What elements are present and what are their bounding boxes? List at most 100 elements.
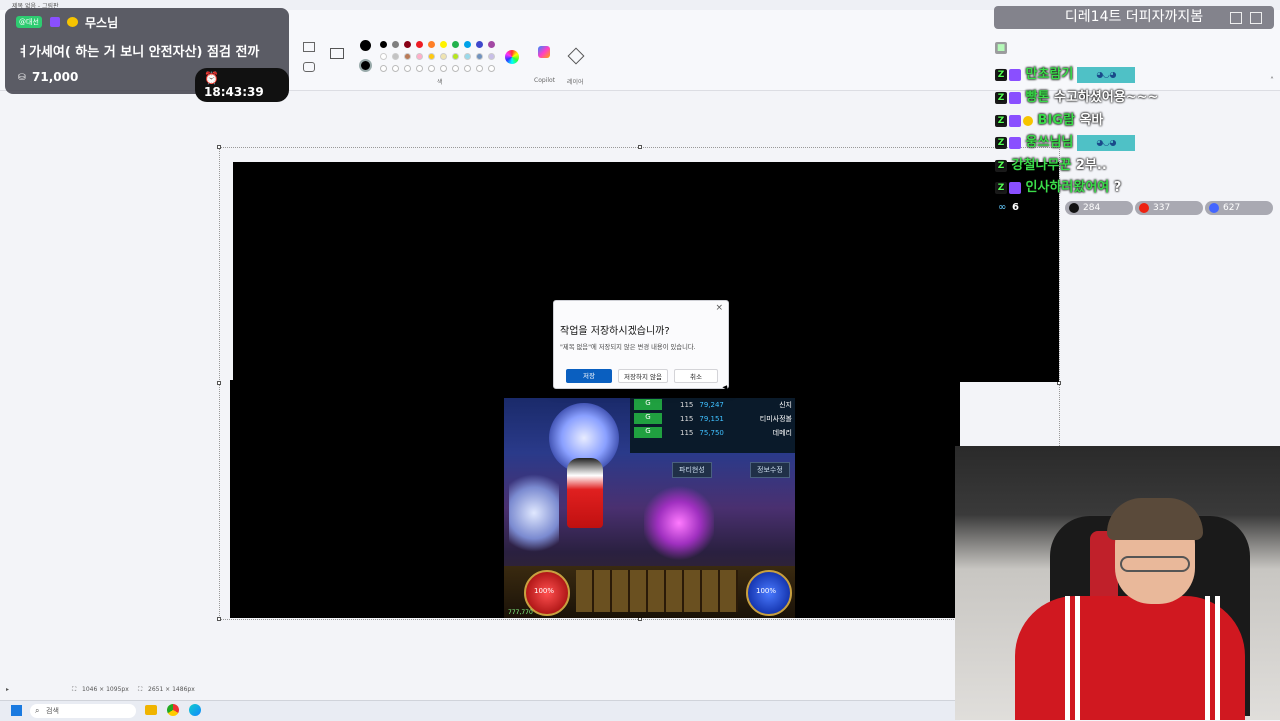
palette-swatch[interactable] — [428, 53, 435, 60]
palette-swatch[interactable] — [380, 41, 387, 48]
edit-colors-icon[interactable] — [505, 50, 519, 64]
chzzk-viewers: 284 — [1065, 201, 1133, 215]
chat-line: Z 강철나무꾼 2부.. — [995, 154, 1107, 174]
streamer-webcam — [955, 446, 1280, 720]
palette-swatch[interactable] — [464, 53, 471, 60]
palette-swatch[interactable] — [452, 41, 459, 48]
effect-glow — [644, 483, 714, 563]
cancel-button[interactable]: 취소 — [674, 369, 718, 383]
custom-color-slot[interactable] — [392, 65, 399, 72]
chat-line-faded: ■ — [995, 40, 1007, 60]
custom-color-slot[interactable] — [404, 65, 411, 72]
palette-swatch[interactable] — [464, 41, 471, 48]
chat-badge-icon: Z — [995, 136, 1007, 149]
palette-swatch[interactable] — [440, 41, 447, 48]
resize-handle[interactable] — [217, 381, 221, 385]
dialog-message: "제목 없음"에 저장되지 않은 변경 내용이 있습니다. — [560, 344, 696, 351]
palette-swatch[interactable] — [476, 53, 483, 60]
party-panel: G 115 79,247 신지 G 115 79,151 티미사정볼 G 115 75,750 데… — [630, 398, 795, 453]
size-tool-icon[interactable] — [330, 48, 344, 59]
vertical-scrollbar[interactable]: ˄ — [1268, 76, 1280, 680]
info-edit-button: 정보수정 — [750, 462, 790, 478]
palette-swatch[interactable] — [488, 41, 495, 48]
palette-swatch[interactable] — [452, 53, 459, 60]
windows-start-icon[interactable] — [11, 705, 22, 716]
palette-swatch[interactable] — [440, 53, 447, 60]
donation-amount: 71,000 — [32, 70, 79, 84]
save-button[interactable]: 저장 — [566, 369, 612, 383]
party-row: G 115 79,247 신지 — [634, 399, 794, 412]
settings-icon[interactable] — [1250, 12, 1262, 24]
cheese-icon — [1023, 115, 1033, 126]
custom-color-slot[interactable] — [416, 65, 423, 72]
palette-swatch[interactable] — [404, 53, 411, 60]
donation-tag: @대선 — [16, 16, 42, 28]
emote-icon: ◕◡◕ — [1077, 66, 1136, 83]
skill-slots — [576, 570, 738, 612]
palette-swatch[interactable] — [488, 53, 495, 60]
palette-swatch[interactable] — [428, 41, 435, 48]
exp-text: 777,770 — [508, 609, 533, 616]
palette-swatch[interactable] — [392, 53, 399, 60]
emote-icon: ◕◡◕ — [1077, 134, 1136, 151]
custom-color-slot[interactable] — [464, 65, 471, 72]
copilot-icon[interactable] — [538, 46, 550, 58]
custom-color-slot[interactable] — [488, 65, 495, 72]
palette-swatch[interactable] — [416, 41, 423, 48]
palette-swatch[interactable] — [380, 53, 387, 60]
stream-timer: ⏰ 18:43:39 — [195, 68, 289, 102]
chrome-icon[interactable] — [167, 704, 179, 716]
viewer-stats-bar: ∞ 6 284 337 627 — [995, 200, 1273, 217]
mp-orb: 100% — [746, 570, 792, 616]
glasses — [1120, 556, 1190, 572]
chat-badge-icon: Z — [995, 68, 1007, 81]
palette-swatch[interactable] — [416, 53, 423, 60]
resize-handle[interactable] — [217, 145, 221, 149]
palette-swatch[interactable] — [404, 41, 411, 48]
dont-save-button[interactable]: 저장하지 않음 — [618, 369, 668, 383]
heart-icon — [1009, 136, 1021, 149]
jacket-stripe — [1215, 596, 1220, 720]
jacket-stripe — [1205, 596, 1210, 720]
chzzk-icon — [1069, 203, 1079, 213]
file-explorer-icon[interactable] — [145, 705, 157, 715]
viewer-count: 6 — [1012, 202, 1019, 213]
custom-color-slot[interactable] — [380, 65, 387, 72]
custom-color-slot[interactable] — [452, 65, 459, 72]
selection-size: 1046 × 1095px — [82, 686, 129, 693]
heart-icon — [1009, 68, 1021, 81]
heart-icon — [1009, 114, 1021, 127]
edge-icon[interactable] — [189, 704, 201, 716]
custom-color-slot[interactable] — [428, 65, 435, 72]
custom-color-slot[interactable] — [476, 65, 483, 72]
resize-handle[interactable] — [217, 617, 221, 621]
status-bar: ▸ ⛶ 1046 × 1095px ⛶ 2651 × 1486px — [0, 683, 960, 697]
layers-label[interactable]: 레이어 — [567, 77, 584, 86]
secondary-color-swatch[interactable] — [359, 59, 372, 72]
popout-icon[interactable] — [1230, 12, 1242, 24]
save-dialog: × 작업을 저장하시겠습니까? "제목 없음"에 저장되지 않은 변경 내용이 … — [553, 300, 729, 389]
palette-swatch[interactable] — [392, 41, 399, 48]
shape-tool-icon[interactable] — [303, 42, 315, 52]
palette-swatch[interactable] — [476, 41, 483, 48]
colors-group-label: 색 — [437, 79, 443, 86]
youtube-viewers: 337 — [1135, 201, 1203, 215]
custom-color-slot[interactable] — [440, 65, 447, 72]
primary-color-swatch[interactable] — [360, 40, 371, 51]
layers-icon[interactable] — [567, 47, 585, 65]
copilot-label[interactable]: Copilot — [534, 77, 555, 84]
chat-username: 빵톤 — [1025, 90, 1050, 105]
resize-handle[interactable] — [638, 145, 642, 149]
donation-message: ㅕ가세여( 하는 거 보니 안전자산) 점검 전까 — [17, 45, 260, 60]
game-screenshot: G 115 79,247 신지 G 115 79,151 티미사정볼 G 115 75,750 데… — [504, 398, 795, 618]
coin-icon: ⛁ — [18, 73, 26, 83]
taskbar-search[interactable]: ⌕ 검색 — [30, 704, 136, 718]
fill-tool-icon[interactable] — [303, 62, 315, 72]
close-icon[interactable]: × — [715, 303, 723, 313]
chevron-up-icon[interactable]: ˄ — [1270, 76, 1274, 85]
search-icon: ⌕ — [35, 706, 40, 715]
chat-username: 인사하러왔어여 — [1025, 180, 1110, 195]
chat-badge-icon: ■ — [995, 41, 1007, 54]
chat-line: Z 인사하러왔어여 ? — [995, 176, 1121, 196]
canvas-size: 2651 × 1486px — [148, 686, 195, 693]
